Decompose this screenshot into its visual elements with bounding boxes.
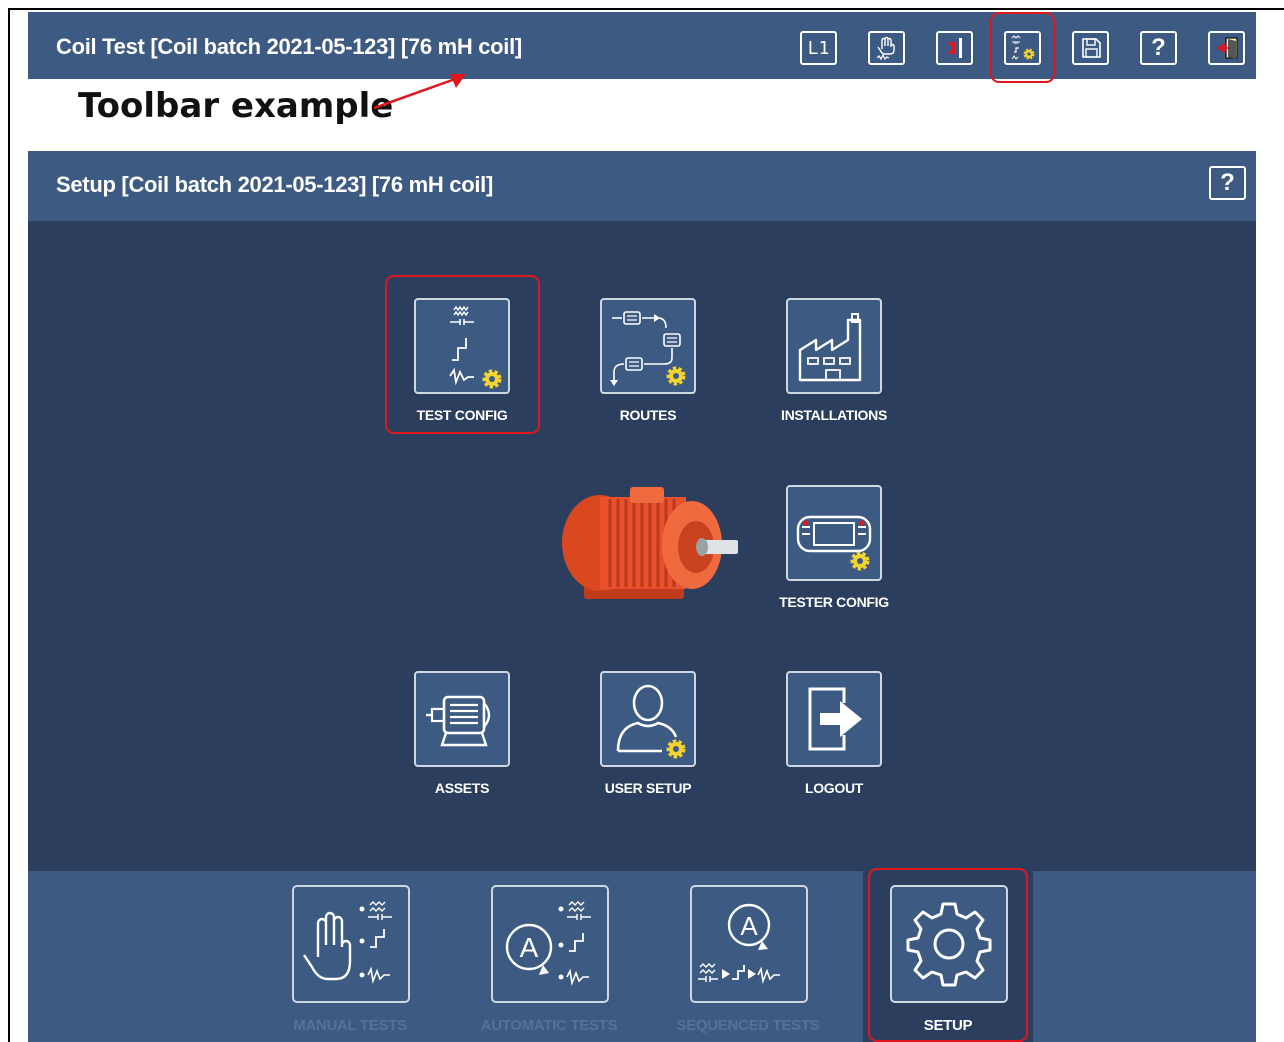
- motor-asset-icon: [426, 695, 491, 747]
- setup-panel: TEST CONFIG ROUTES INSTALLATIONS TESTER …: [28, 221, 1256, 871]
- setup-help-button[interactable]: ?: [1209, 166, 1246, 200]
- exit-button[interactable]: [1208, 31, 1245, 65]
- manual-tests-icon-box: [292, 885, 410, 1003]
- page-title: Setup [Coil batch 2021-05-123] [76 mH co…: [56, 172, 494, 197]
- manual-test-button[interactable]: [868, 31, 905, 65]
- assets-tile[interactable]: [414, 671, 510, 767]
- l1-label: L1: [807, 37, 830, 59]
- help-button[interactable]: ?: [1140, 31, 1177, 65]
- save-button[interactable]: [1072, 31, 1109, 65]
- automatic-tests-tab[interactable]: A AUTOMATIC TESTS: [467, 871, 632, 1042]
- test-config-tile[interactable]: [414, 298, 510, 394]
- sequenced-tests-tab[interactable]: A SEQUENCED TESTS: [666, 871, 831, 1042]
- l1-button[interactable]: L1: [800, 31, 837, 65]
- user-setup-tile[interactable]: [600, 671, 696, 767]
- sequenced-tests-label: SEQUENCED TESTS: [676, 1017, 820, 1034]
- tester-device-icon: [796, 515, 872, 571]
- exit-door-icon: [1216, 37, 1238, 59]
- floppy-disk-icon: [1081, 38, 1101, 58]
- routes-icon: [610, 311, 686, 386]
- tester-config-label: TESTER CONFIG: [779, 594, 889, 610]
- automatic-tests-icon-box: A: [491, 885, 609, 1003]
- routes-tile[interactable]: [600, 298, 696, 394]
- help-label: ?: [1151, 34, 1166, 61]
- user-gear-icon: [616, 684, 686, 759]
- installations-tile[interactable]: [786, 298, 882, 394]
- electric-motor-image: [562, 487, 738, 599]
- factory-icon: [798, 313, 862, 382]
- routes-label: ROUTES: [619, 407, 677, 423]
- svg-text:A: A: [740, 911, 758, 941]
- assets-label: ASSETS: [434, 780, 490, 796]
- sequenced-tests-icon-box: A: [690, 885, 808, 1003]
- test-config-label: TEST CONFIG: [416, 407, 508, 423]
- automatic-tests-label: AUTOMATIC TESTS: [480, 1017, 618, 1034]
- logout-label: LOGOUT: [804, 780, 864, 796]
- tester-config-tile[interactable]: [786, 485, 882, 581]
- hand-waveform-icon: [876, 36, 895, 61]
- toolbar-highlight-box: [990, 12, 1055, 83]
- annotation-label: Toolbar example: [78, 86, 394, 126]
- marker-button[interactable]: [936, 31, 973, 65]
- svg-text:A: A: [520, 932, 539, 963]
- manual-tests-label: MANUAL TESTS: [293, 1017, 407, 1034]
- logout-icon: [808, 687, 862, 751]
- logout-tile[interactable]: [786, 671, 882, 767]
- red-marker-icon: [947, 38, 962, 58]
- auto-tests-icon: A: [505, 901, 591, 986]
- toolbar: Coil Test [Coil batch 2021-05-123] [76 m…: [28, 12, 1256, 79]
- installations-label: INSTALLATIONS: [780, 407, 887, 423]
- manual-tests-tab[interactable]: MANUAL TESTS: [268, 871, 433, 1042]
- test-config-icon: [449, 305, 502, 389]
- setup-header: Setup [Coil batch 2021-05-123] [76 mH co…: [28, 151, 1256, 221]
- setup-highlight-box: [868, 868, 1028, 1042]
- annotation-arrow-icon: [373, 74, 466, 110]
- bottom-nav: MANUAL TESTS A AUTOMATIC TESTS A SEQUENC…: [28, 871, 1256, 1042]
- user-setup-label: USER SETUP: [604, 780, 692, 796]
- toolbar-title: Coil Test [Coil batch 2021-05-123] [76 m…: [56, 34, 522, 59]
- setup-help-label: ?: [1220, 169, 1235, 196]
- hand-tests-icon: [303, 901, 392, 984]
- sequence-tests-icon: A: [698, 903, 780, 984]
